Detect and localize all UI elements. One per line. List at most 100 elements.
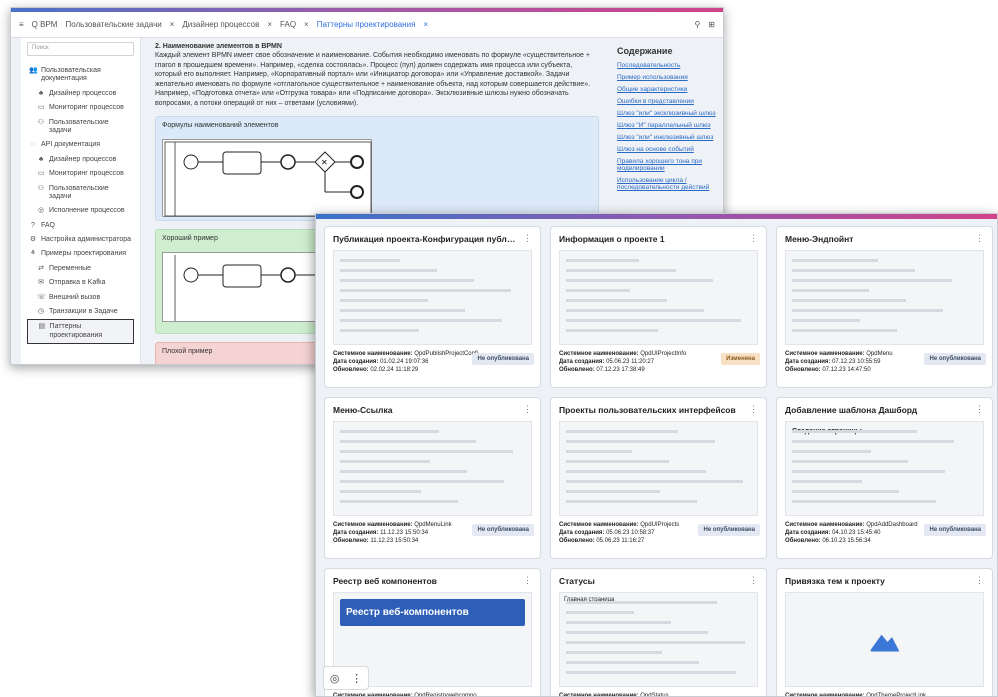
sysname-label: Системное наименование: xyxy=(785,693,865,697)
sidebar-item[interactable]: 👥 Пользовательская документация xyxy=(27,64,134,87)
sidebar-item[interactable]: ⚇ Пользовательские задачи xyxy=(27,182,134,205)
monitor-icon: ▭ xyxy=(37,170,45,178)
updated-value: 02.02.24 11:18:29 xyxy=(370,367,419,374)
toc-link[interactable]: Ошибки в представлении xyxy=(617,98,719,105)
kebab-icon[interactable]: ⋮ xyxy=(749,404,758,415)
examples-icon: ⚘ xyxy=(29,250,37,258)
kebab-icon[interactable]: ⋮ xyxy=(351,672,362,685)
kebab-icon[interactable]: ⋮ xyxy=(523,233,532,244)
updated-value: 06.10.23 15:56:34 xyxy=(822,538,871,545)
sidebar-item[interactable]: ✉ Отправка в Kafka xyxy=(27,276,134,290)
people-icon: 👥 xyxy=(29,67,38,74)
toc-link[interactable]: Использование цикла / последовательности… xyxy=(617,177,719,191)
svg-text:✕: ✕ xyxy=(321,158,328,167)
card-title: Реестр веб компонентов xyxy=(333,576,437,586)
status-badge: Не опубликована xyxy=(924,353,986,365)
project-card[interactable]: Меню-Ссылка ⋮ Системное наименование: QpdM… xyxy=(324,397,541,559)
toc-link[interactable]: Шлюз "или" инклюзивный шлюз xyxy=(617,134,719,141)
sidebar-item[interactable]: ⚙ Настройка администратора xyxy=(27,233,134,247)
help-icon: ? xyxy=(31,221,35,229)
kebab-icon[interactable]: ⋮ xyxy=(523,404,532,415)
search-icon[interactable]: ⚲ xyxy=(694,20,700,29)
toc-link[interactable]: Последовательность xyxy=(617,62,719,69)
doc-section-title: 2. Наименование элементов в BPMN xyxy=(155,43,282,50)
toc-link[interactable]: Шлюз на основе событий xyxy=(617,146,719,153)
clock-icon: ◷ xyxy=(37,308,45,316)
designer-icon: ♣ xyxy=(38,89,44,97)
toc-link[interactable]: Шлюз "И" параллельный шлюз xyxy=(617,122,719,129)
sidebar-item[interactable]: ⇄ Переменные xyxy=(27,262,134,276)
project-card[interactable]: Меню-Эндпойнт ⋮ Системное наименование: Qp… xyxy=(776,226,993,388)
updated-value: 07.12.23 17:38:49 xyxy=(596,367,645,374)
sidebar-item[interactable]: ▭ Мониторинг процессов xyxy=(27,101,134,115)
card-title: Публикация проекта-Конфигурация публик..… xyxy=(333,234,518,244)
monitor-icon: ▭ xyxy=(37,104,45,112)
close-icon[interactable]: × xyxy=(267,20,272,29)
sidebar-item-label: Внешний вызов xyxy=(49,293,101,301)
sidebar-item[interactable]: ▤ Паттерны проектирования xyxy=(27,319,134,345)
sidebar-item[interactable]: ◎ Исполнение процессов xyxy=(27,204,134,218)
toc-link[interactable]: Общие характеристики xyxy=(617,86,719,93)
kebab-icon[interactable]: ⋮ xyxy=(975,575,984,586)
sidebar-item[interactable]: ♣ Дизайнер процессов xyxy=(27,153,134,167)
project-card[interactable]: Проекты пользовательских интерфейсов ⋮ Сис… xyxy=(550,397,767,559)
close-icon[interactable]: × xyxy=(304,20,309,29)
card-title: Статусы xyxy=(559,576,595,586)
sysname-label: Системное наименование: xyxy=(785,351,865,357)
toc-link[interactable]: Шлюз "или" эксклюзивный шлюз xyxy=(617,110,719,117)
toc-link[interactable]: Правила хорошего тона при моделировании xyxy=(617,158,719,172)
project-card[interactable]: Добавление шаблона Дашборд ⋮ Создание стра… xyxy=(776,397,993,559)
card-preview xyxy=(785,250,984,345)
sysname-label: Системное наименование: xyxy=(333,522,413,528)
created-label: Дата создания: xyxy=(333,530,379,537)
panel-title: Формулы наименований элементов xyxy=(162,122,279,130)
toc-link[interactable]: Пример использования xyxy=(617,74,719,81)
var-icon: ⇄ xyxy=(38,264,44,272)
table-of-contents: Содержание Последовательность Пример испо… xyxy=(611,38,723,204)
sidebar-item[interactable]: ◷ Транзакции в Задаче xyxy=(27,305,134,319)
sidebar-item[interactable]: ◌ API документация xyxy=(27,138,134,152)
kebab-icon[interactable]: ⋮ xyxy=(975,233,984,244)
tab-faq[interactable]: FAQ xyxy=(280,20,296,29)
sidebar-item[interactable]: ⚇ Пользовательские задачи xyxy=(27,116,134,139)
status-badge: Не опубликована xyxy=(472,353,534,365)
project-card[interactable]: Информация о проекте 1 ⋮ Системное наимено… xyxy=(550,226,767,388)
card-grid: Публикация проекта-Конфигурация публик..… xyxy=(324,226,996,697)
sidebar-item[interactable]: ☏ Внешний вызов xyxy=(27,291,134,305)
pattern-icon: ▤ xyxy=(38,323,46,331)
sidebar-item[interactable]: ? FAQ xyxy=(27,219,134,233)
sidebar-item[interactable]: ▭ Мониторинг процессов xyxy=(27,167,134,181)
created-label: Дата создания: xyxy=(559,359,605,366)
card-preview xyxy=(333,250,532,345)
sysname-value: QpdThemeProjectLink xyxy=(866,693,926,697)
close-icon[interactable]: × xyxy=(423,20,428,29)
status-badge: Изменена xyxy=(721,353,760,365)
menu-icon[interactable]: ≡ xyxy=(19,20,24,29)
status-badge: Не опубликована xyxy=(924,524,986,536)
card-preview: Главная страница xyxy=(559,592,758,687)
project-card[interactable]: Привязка тем к проекту ⋮ Системное наимено… xyxy=(776,568,993,697)
tab-user-tasks[interactable]: Пользовательские задачи xyxy=(65,20,161,29)
sysname-value: QpdMenuLink xyxy=(414,522,452,528)
grid-icon[interactable]: ⊞ xyxy=(708,20,715,29)
kebab-icon[interactable]: ⋮ xyxy=(523,575,532,586)
kebab-icon[interactable]: ⋮ xyxy=(749,233,758,244)
sidebar-item-label: Мониторинг процессов xyxy=(49,170,124,178)
sidebar-item[interactable]: ⚘ Примеры проектирования xyxy=(27,247,134,261)
close-icon[interactable]: × xyxy=(170,20,175,29)
tab-patterns[interactable]: Паттерны проектирования xyxy=(317,20,416,29)
sidebar-item-label: Дизайнер процессов xyxy=(49,155,117,163)
chat-icon[interactable]: ◎ xyxy=(330,672,340,685)
project-card[interactable]: Публикация проекта-Конфигурация публик..… xyxy=(324,226,541,388)
updated-label: Обновлено: xyxy=(559,538,595,545)
tab-designer[interactable]: Дизайнер процессов xyxy=(182,20,259,29)
card-preview xyxy=(785,592,984,687)
kebab-icon[interactable]: ⋮ xyxy=(749,575,758,586)
sidebar-item[interactable]: ♣ Дизайнер процессов xyxy=(27,87,134,101)
project-card[interactable]: Статусы ⋮ Главная страница Системное наимен… xyxy=(550,568,767,696)
updated-label: Обновлено: xyxy=(333,367,369,374)
kebab-icon[interactable]: ⋮ xyxy=(975,404,984,415)
search-input[interactable]: Поиск xyxy=(27,42,134,56)
tab-qbpm[interactable]: Q BPM xyxy=(32,20,58,29)
sidebar-item-label: FAQ xyxy=(41,221,56,229)
